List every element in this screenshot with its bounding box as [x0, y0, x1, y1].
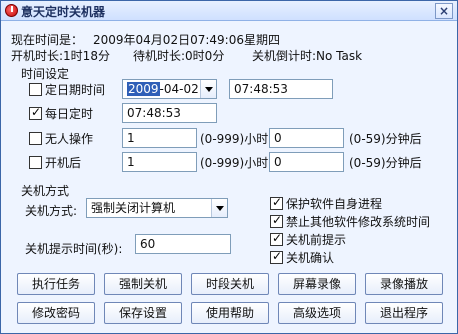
pre-shutdown-prompt-label: 关机前提示 [286, 233, 347, 247]
scheduled-datetime-checkbox[interactable] [29, 83, 42, 96]
after-boot-hours-suffix: (0-999)小时 [200, 156, 269, 170]
scheduled-time-value: 07:48:53 [234, 82, 288, 96]
record-playback-button[interactable]: 录像播放 [365, 273, 443, 295]
scheduled-date-year: 2009 [127, 82, 160, 96]
prompt-time-label: 关机提示时间(秒): [25, 242, 123, 256]
idle-duration: 待机时长:0时0分 [133, 49, 225, 63]
shutdown-mode-value: 强制关闭计算机 [91, 201, 176, 215]
app-window: 意天定时关机器 × 现在时间是： 2009年04月02日07:49:06星期四 … [0, 0, 458, 334]
block-time-change-label: 禁止其他软件修改系统时间 [286, 215, 431, 229]
force-shutdown-button[interactable]: 强制关机 [104, 273, 182, 295]
scheduled-date-rest: -04-02 [159, 82, 199, 96]
daily-label: 每日定时 [45, 107, 94, 121]
after-boot-minutes-suffix: (0-59)分钟后 [349, 156, 422, 170]
after-boot-minutes-value: 0 [274, 155, 282, 169]
scheduled-date-picker[interactable]: 2009-04-02 [122, 79, 217, 99]
after-boot-hours-value: 1 [127, 155, 135, 169]
shutdown-mode-label: 关机方式: [25, 204, 78, 218]
idle-minutes-input[interactable]: 0 [269, 128, 344, 148]
current-time-label: 现在时间是： [11, 33, 84, 47]
shutdown-confirm-label: 关机确认 [286, 251, 335, 265]
window-title: 意天定时关机器 [21, 5, 106, 19]
protect-process-label: 保护软件自身进程 [286, 197, 383, 211]
advanced-options-button[interactable]: 高级选项 [278, 302, 356, 324]
block-time-change-checkbox[interactable] [270, 213, 283, 228]
daily-time-value: 07:48:53 [127, 106, 181, 120]
idle-checkbox[interactable] [29, 132, 42, 145]
change-password-button[interactable]: 修改密码 [17, 302, 95, 324]
daily-checkbox[interactable] [29, 105, 42, 120]
help-button[interactable]: 使用帮助 [191, 302, 269, 324]
save-settings-button[interactable]: 保存设置 [104, 302, 182, 324]
shutdown-mode-select[interactable]: 强制关闭计算机 [86, 198, 228, 218]
after-boot-label: 开机后 [45, 156, 82, 170]
pre-shutdown-prompt-checkbox[interactable] [270, 231, 283, 246]
shutdown-mode-title: 关机方式 [21, 184, 70, 198]
after-boot-checkbox[interactable] [29, 156, 42, 169]
idle-hours-suffix: (0-999)小时 [200, 132, 269, 146]
chevron-down-icon[interactable] [200, 80, 216, 98]
current-time-value: 2009年04月02日07:49:06星期四 [93, 33, 280, 47]
exit-button[interactable]: 退出程序 [365, 302, 443, 324]
idle-hours-input[interactable]: 1 [122, 128, 197, 148]
idle-minutes-value: 0 [274, 131, 282, 145]
scheduled-time-input[interactable]: 07:48:53 [229, 79, 333, 99]
prompt-time-value: 60 [140, 237, 156, 251]
idle-hours-value: 1 [127, 131, 135, 145]
execute-task-button[interactable]: 执行任务 [17, 273, 95, 295]
daily-time-input[interactable]: 07:48:53 [122, 103, 217, 123]
chevron-down-icon[interactable] [211, 199, 227, 217]
title-bar: 意天定时关机器 × [1, 1, 457, 21]
period-shutdown-button[interactable]: 时段关机 [191, 273, 269, 295]
time-settings-title: 时间设定 [21, 67, 70, 81]
idle-minutes-suffix: (0-59)分钟后 [349, 132, 422, 146]
protect-process-checkbox[interactable] [270, 195, 283, 210]
boot-duration: 开机时长:1时18分 [11, 49, 110, 63]
power-icon [5, 4, 18, 17]
after-boot-minutes-input[interactable]: 0 [269, 152, 344, 172]
idle-label: 无人操作 [45, 132, 94, 146]
screen-record-button[interactable]: 屏幕录像 [278, 273, 356, 295]
after-boot-hours-input[interactable]: 1 [122, 152, 197, 172]
close-button[interactable]: × [435, 3, 453, 19]
shutdown-countdown: 关机倒计时:No Task [252, 49, 363, 63]
scheduled-datetime-label: 定日期时间 [45, 83, 106, 97]
shutdown-confirm-checkbox[interactable] [270, 249, 283, 264]
prompt-time-input[interactable]: 60 [135, 234, 231, 254]
